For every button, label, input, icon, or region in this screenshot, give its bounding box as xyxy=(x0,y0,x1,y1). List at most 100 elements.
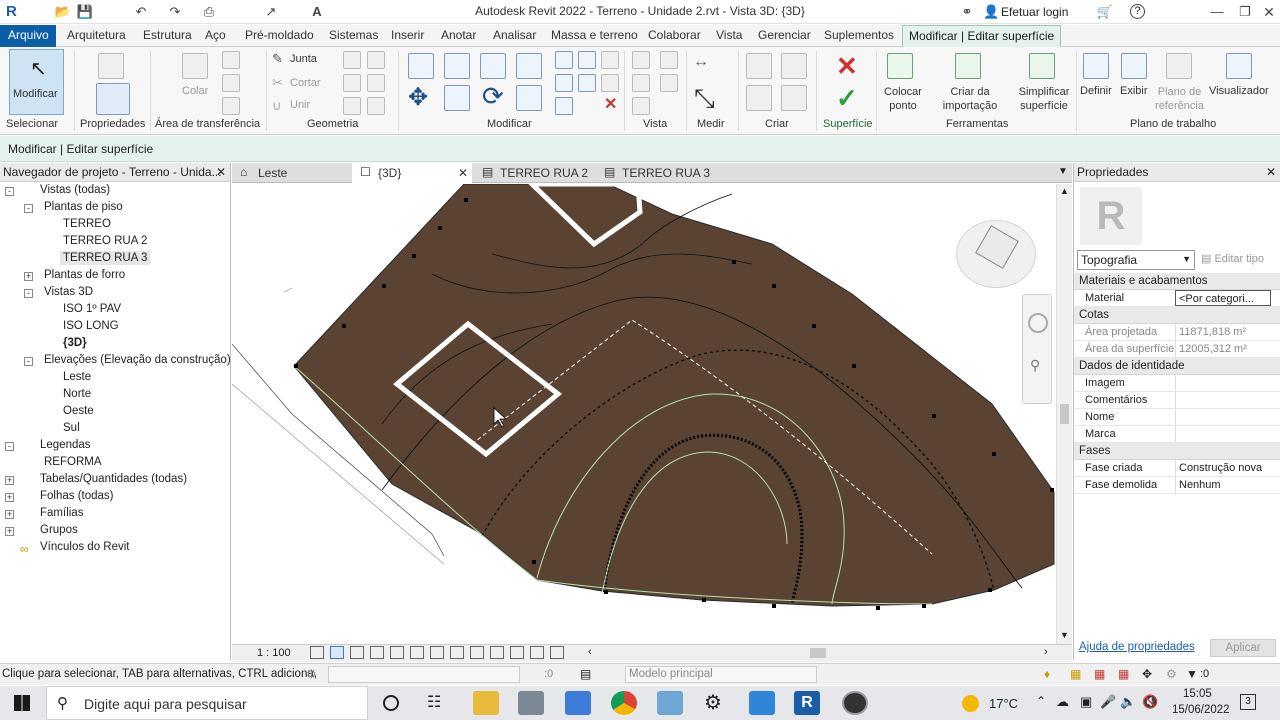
scroll-down-icon[interactable]: ▼ xyxy=(1060,630,1069,640)
windows-start-icon[interactable] xyxy=(14,695,30,711)
place-point-button[interactable]: Colocar ponto xyxy=(882,85,924,113)
settings-icon[interactable]: ⚙ xyxy=(704,690,722,715)
tree-item-sul[interactable]: Sul xyxy=(63,422,80,434)
tab-analisar[interactable]: Analisar xyxy=(493,28,536,42)
prop-value[interactable]: Nenhum xyxy=(1175,477,1271,493)
geometry-tool-2-icon[interactable] xyxy=(343,74,361,92)
view-tab-terreo-rua-3[interactable]: ▤ TERREO RUA 3 xyxy=(596,163,716,183)
expand-toggle[interactable]: - xyxy=(24,289,33,298)
select-links-icon[interactable]: ♦ xyxy=(1044,667,1050,681)
cut-icon[interactable] xyxy=(222,51,240,69)
create-similar-icon[interactable] xyxy=(746,85,772,111)
expand-toggle[interactable]: - xyxy=(5,442,14,451)
weather-sun-icon[interactable] xyxy=(962,695,979,712)
mirror-axis-icon[interactable] xyxy=(480,53,506,79)
properties-help-link[interactable]: Ajuda de propriedades xyxy=(1079,641,1195,653)
tree-item-iso-long[interactable]: ISO LONG xyxy=(63,320,119,332)
steering-wheel-icon[interactable] xyxy=(1028,313,1048,333)
tree-item-reforma[interactable]: REFORMA xyxy=(44,456,102,468)
join-button[interactable]: Junta xyxy=(290,53,317,65)
group-materials[interactable]: Materiais e acabamentos xyxy=(1074,273,1280,290)
file-explorer-icon[interactable] xyxy=(473,691,499,715)
3d-viewport[interactable]: ⚲ xyxy=(232,184,1056,644)
tree-item-plantas-piso[interactable]: Plantas de piso xyxy=(44,201,123,213)
tree-item-vistas[interactable]: Vistas (todas) xyxy=(40,184,110,196)
group-identity[interactable]: Dados de identidade xyxy=(1074,358,1280,375)
measure-distance-icon[interactable]: ↔ xyxy=(693,53,709,71)
close-tab-icon[interactable]: ✕ xyxy=(458,166,468,180)
scale-label[interactable]: 1 : 100 xyxy=(257,647,291,659)
drag-elements-icon[interactable]: ✥ xyxy=(1142,667,1152,681)
tree-item-oeste[interactable]: Oeste xyxy=(63,405,94,417)
geometry-tool-4-icon[interactable] xyxy=(367,51,385,69)
split-icon[interactable] xyxy=(555,51,573,69)
tab-estrutura[interactable]: Estrutura xyxy=(143,28,192,42)
task-view-icon[interactable]: ☷ xyxy=(427,692,441,712)
expand-toggle[interactable]: + xyxy=(5,527,14,536)
photos-icon[interactable] xyxy=(749,691,775,715)
tree-item-3d[interactable]: {3D} xyxy=(63,337,87,349)
cart-icon[interactable]: 🛒 xyxy=(1096,3,1114,21)
recorder-icon[interactable] xyxy=(842,691,868,715)
tree-item-folhas[interactable]: Folhas (todas) xyxy=(40,490,114,502)
expand-toggle[interactable]: + xyxy=(5,510,14,519)
user-icon[interactable]: 👤 xyxy=(983,4,999,20)
geometry-tool-6-icon[interactable] xyxy=(367,97,385,115)
revit-taskbar-icon[interactable]: R xyxy=(794,691,820,715)
expand-toggle[interactable]: + xyxy=(5,493,14,502)
tab-anotar[interactable]: Anotar xyxy=(441,28,476,42)
define-workplane-icon[interactable] xyxy=(1083,53,1109,79)
model-dropdown[interactable]: Modelo principal xyxy=(625,666,817,683)
create-assembly-icon[interactable] xyxy=(781,85,807,111)
shadows-icon[interactable] xyxy=(370,646,384,659)
edit-type-button[interactable]: ▤ Editar tipo xyxy=(1201,252,1264,265)
finish-edit-icon[interactable]: ✓ xyxy=(836,83,858,114)
move-icon[interactable]: ✥ xyxy=(408,83,428,112)
network-icon[interactable]: ▣ xyxy=(1080,694,1092,710)
tree-item-terreo-rua-2[interactable]: TERREO RUA 2 xyxy=(63,235,147,247)
view-tool-2-icon[interactable] xyxy=(632,74,650,92)
worksharing-icon[interactable] xyxy=(530,646,544,659)
tab-massa-terreno[interactable]: Massa e terreno xyxy=(551,28,638,42)
prop-value[interactable] xyxy=(1175,392,1271,408)
geometry-tool-1-icon[interactable] xyxy=(343,51,361,69)
cut-button[interactable]: Cortar xyxy=(290,77,321,89)
trim-icon[interactable] xyxy=(516,85,542,111)
material-value[interactable]: <Por categori... xyxy=(1175,290,1271,306)
show-workplane-icon[interactable] xyxy=(1121,53,1147,79)
show-button[interactable]: Exibir xyxy=(1120,85,1148,97)
scroll-left-icon[interactable]: ‹ xyxy=(588,646,592,658)
speaker-icon[interactable]: 🔈 xyxy=(1120,694,1136,710)
temp-hide-icon[interactable] xyxy=(450,646,464,659)
tab-suplementos[interactable]: Suplementos xyxy=(824,28,894,42)
define-button[interactable]: Definir xyxy=(1080,85,1112,97)
tab-pre-moldado[interactable]: Pré-moldado xyxy=(245,28,314,42)
filter-icon[interactable]: ▼ xyxy=(1186,667,1198,681)
type-selector[interactable]: Topografia ▼ xyxy=(1077,250,1195,270)
offset-icon[interactable] xyxy=(444,53,470,79)
ref-plane-icon[interactable] xyxy=(1166,53,1192,79)
match-properties-icon[interactable] xyxy=(222,97,240,115)
select-pinned-icon[interactable]: ▦ xyxy=(1094,667,1105,681)
worksets-icon[interactable]: ⚙ xyxy=(306,667,317,681)
background-process-icon[interactable]: ⚙ xyxy=(1166,667,1177,681)
maximize-icon[interactable]: ❐ xyxy=(1236,3,1254,21)
tab-arquivo[interactable]: Arquivo xyxy=(0,25,56,47)
scroll-up-icon[interactable]: ▲ xyxy=(1060,186,1069,196)
group-dimensions[interactable]: Cotas xyxy=(1074,307,1280,324)
minimize-icon[interactable]: — xyxy=(1208,3,1226,21)
viewport-scrollbar[interactable]: ▲ ▼ xyxy=(1056,184,1072,644)
array-icon[interactable] xyxy=(555,74,573,92)
expand-toggle[interactable]: - xyxy=(24,204,33,213)
analytical-model-icon[interactable] xyxy=(490,646,504,659)
expand-toggle[interactable]: + xyxy=(5,476,14,485)
ref-plane-button[interactable]: Plano de referência xyxy=(1152,85,1207,113)
workset-dropdown[interactable] xyxy=(328,666,520,683)
tree-item-tabelas[interactable]: Tabelas/Quantidades (todas) xyxy=(40,473,187,485)
tab-arquitetura[interactable]: Arquitetura xyxy=(67,28,126,42)
select-panel-label[interactable]: Selecionar xyxy=(6,118,58,130)
onedrive-icon[interactable]: ☁ xyxy=(1056,694,1069,710)
simplify-surface-icon[interactable] xyxy=(1029,53,1055,79)
cancel-edit-icon[interactable]: ✕ xyxy=(836,51,858,82)
mirror-draw-icon[interactable] xyxy=(516,53,542,79)
